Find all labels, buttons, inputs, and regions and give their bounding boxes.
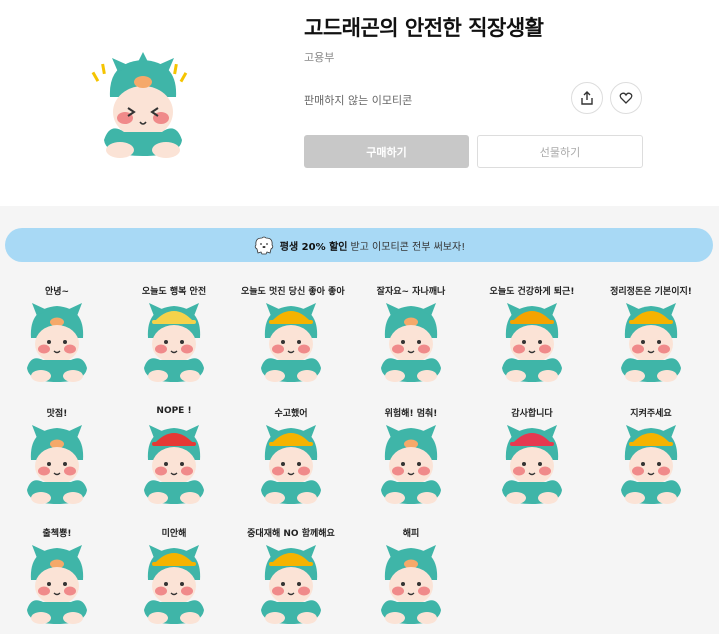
sticker-item[interactable]: 출첵뿅! (7, 526, 107, 634)
sticker-caption: 수고했어 (274, 409, 308, 419)
sticker-item[interactable]: 잘자요~ 자나깨나 (361, 284, 461, 392)
sticker-caption: 지켜주세요 (630, 409, 672, 419)
sticker-caption: 오늘도 건강하게 퇴근! (489, 287, 575, 297)
sticker-caption: 정리정돈은 기본이지! (610, 287, 692, 297)
sticker-caption: 오늘도 멋진 당신 좋아 좋아 (241, 287, 345, 297)
sticker-item[interactable]: 오늘도 건강하게 퇴근! (482, 284, 582, 392)
sticker-caption: 맛점! (46, 409, 68, 419)
author-name[interactable]: 고용부 (304, 49, 334, 65)
dragon-sticker-image (27, 545, 87, 624)
sticker-item[interactable]: 중대재해 NO 함께해요 (241, 526, 341, 634)
sticker-caption: 미안해 (161, 529, 187, 539)
sticker-caption: 위험해! 멈춰! (384, 409, 438, 419)
dragon-sticker-image (27, 303, 87, 382)
sticker-caption: 오늘도 행복 안전 (141, 287, 207, 297)
like-button[interactable] (610, 82, 642, 114)
dragon-sticker-image (27, 425, 87, 504)
dragon-sticker-image (261, 545, 321, 624)
dragon-sticker-image (381, 425, 441, 504)
gift-button[interactable]: 선물하기 (477, 135, 643, 168)
sticker-caption: 안녕~ (44, 287, 70, 297)
sticker-item[interactable]: 해피 (361, 526, 461, 634)
sticker-item[interactable]: 정리정돈은 기본이지! (601, 284, 701, 392)
promo-banner[interactable]: 평생 20% 할인 받고 이모티콘 전부 써보자! (5, 228, 713, 262)
dragon-sticker-image (144, 303, 204, 382)
sticker-caption: 감사합니다 (511, 409, 553, 419)
buy-button[interactable]: 구매하기 (304, 135, 469, 168)
promo-highlight: 평생 20% 할인 (279, 241, 348, 253)
sticker-caption: 해피 (402, 529, 420, 539)
sticker-caption: NOPE ! (156, 406, 192, 416)
dragon-sticker-image (502, 425, 562, 504)
sticker-caption: 출첵뿅! (42, 529, 72, 539)
promo-text: 받고 이모티콘 전부 써보자! (350, 241, 466, 253)
dragon-sticker-image (621, 303, 681, 382)
sticker-item[interactable]: 오늘도 행복 안전 (124, 284, 224, 392)
product-title: 고드래곤의 안전한 직장생활 (304, 16, 544, 40)
sale-status-text: 판매하지 않는 이모티콘 (304, 94, 413, 107)
sticker-item[interactable]: 맛점! (7, 406, 107, 514)
dragon-sticker-image (381, 545, 441, 624)
dragon-sticker-image (144, 545, 204, 624)
heart-icon (619, 92, 633, 104)
sticker-caption: 중대재해 NO 함께해요 (247, 529, 335, 539)
dragon-sticker-image (502, 303, 562, 382)
polar-bear-icon (254, 236, 273, 255)
sticker-item[interactable]: 안녕~ (7, 284, 107, 392)
dragon-sticker-image (144, 425, 204, 504)
sticker-item[interactable]: 오늘도 멋진 당신 좋아 좋아 (241, 284, 345, 392)
dragon-sticker-image (261, 425, 321, 504)
sticker-item[interactable]: 지켜주세요 (601, 406, 701, 514)
sticker-caption: 잘자요~ 자나깨나 (376, 287, 446, 297)
dragon-sticker-image (381, 303, 441, 382)
dragon-sticker-image (261, 303, 321, 382)
dragon-sticker-image (621, 425, 681, 504)
sticker-preview-area: 평생 20% 할인 받고 이모티콘 전부 써보자! 안녕~ 오늘도 행복 안전 오늘… (0, 206, 719, 634)
share-button[interactable] (571, 82, 603, 114)
sticker-item[interactable]: 감사합니다 (482, 406, 582, 514)
main-sticker-image (91, 52, 188, 158)
sticker-item[interactable]: NOPE ! (124, 406, 224, 514)
sticker-item[interactable]: 위험해! 멈춰! (361, 406, 461, 514)
sticker-item[interactable]: 미안해 (124, 526, 224, 634)
share-icon (581, 91, 593, 105)
sticker-item[interactable]: 수고했어 (241, 406, 341, 514)
